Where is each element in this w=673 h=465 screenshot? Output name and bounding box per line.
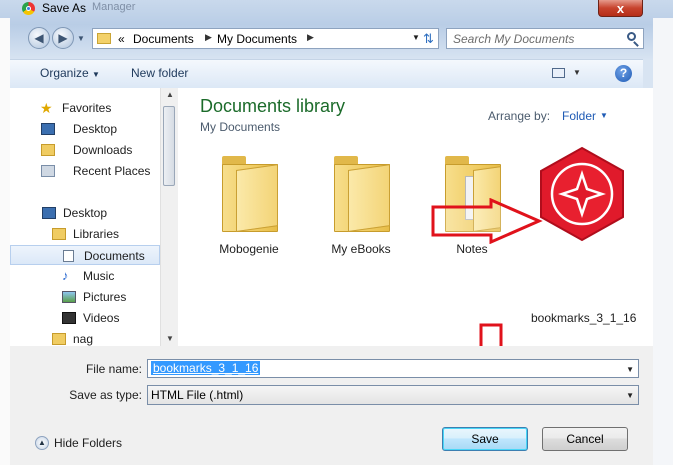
user-folder-icon [52,333,66,345]
scrollbar-thumb[interactable] [163,106,175,186]
nav-label: Recent Places [73,164,151,178]
new-folder-button[interactable]: New folder [131,66,188,80]
window-title: Save As [42,1,87,15]
save-as-type-value: HTML File (.html) [151,388,244,402]
file-name-value[interactable]: bookmarks_3_1_16 [151,361,261,375]
background-tab-label: Manager [92,1,136,13]
desktop-icon [42,207,56,219]
library-title: Documents library [200,96,346,116]
nav-item-libraries[interactable]: Libraries [10,224,160,244]
nav-label: Downloads [73,143,133,157]
breadcrumb-overflow[interactable]: « [118,32,125,46]
nav-label: Desktop [73,122,118,136]
chevron-down-icon: ▼ [92,70,100,79]
music-icon: ♪ [62,268,69,283]
file-item-my-ebooks[interactable]: My eBooks [306,150,416,280]
nav-label: Favorites [62,101,112,115]
close-button[interactable]: x [598,0,643,17]
star-icon: ★ [40,100,53,116]
address-bar[interactable]: « Documents ▶ My Documents ▶ ▼ ⇅ [92,28,439,49]
file-item-label: My eBooks [331,242,391,256]
nav-label: Music [83,269,115,283]
background-window-edge [0,18,10,465]
save-as-type-select[interactable]: HTML File (.html) ▼ [147,385,639,405]
back-arrow-icon: ◀ [34,31,44,45]
chevron-right-icon[interactable]: ▶ [307,32,314,43]
forward-arrow-icon: ▶ [58,31,68,45]
file-name-input[interactable]: bookmarks_3_1_16 ▼ [147,359,639,378]
nav-item-videos[interactable]: Videos [10,308,160,328]
file-item-label: Notes [456,242,488,256]
nav-item-pictures[interactable]: Pictures [10,287,160,307]
nav-item-desktop-root[interactable]: Desktop [10,203,160,223]
chevron-right-icon[interactable]: ▶ [205,32,212,43]
collapse-up-icon[interactable]: ▲ [35,436,49,450]
arrange-by-label: Arrange by: [488,109,551,123]
recent-places-icon [41,165,55,177]
file-name-label: File name: [85,362,142,376]
nav-item-favorites[interactable]: ★ Favorites [10,98,160,118]
file-name-dropdown-icon[interactable]: ▼ [626,365,634,374]
navigation-pane: ★ Favorites Desktop Downloads Recent Pla… [10,88,178,346]
libraries-icon [52,228,66,240]
folder-icon [334,156,390,232]
change-view-icon[interactable] [552,68,565,78]
arrange-by-dropdown[interactable]: Folder [562,109,596,123]
opera-browser-icon [540,146,624,242]
save-as-type-label: Save as type: [69,388,142,402]
command-bar: Organize ▼ New folder ▼ ? [10,59,643,89]
nav-item-downloads[interactable]: Downloads [10,140,160,160]
view-options-dropdown[interactable]: ▼ [573,68,581,77]
downloads-icon [41,144,55,156]
background-window-edge-right [653,18,673,465]
nav-item-desktop[interactable]: Desktop [10,119,160,139]
title-bar: Save As Manager x [0,0,673,18]
recent-locations-dropdown[interactable]: ▼ [77,34,85,43]
navigation-scrollbar[interactable]: ▲ ▼ [160,88,178,346]
videos-icon [62,312,76,324]
chevron-down-icon[interactable]: ▼ [600,111,608,120]
chrome-icon [22,2,35,15]
file-item-mobogenie[interactable]: Mobogenie [194,150,304,280]
cancel-button[interactable]: Cancel [542,427,628,451]
chevron-down-icon[interactable]: ▼ [626,391,634,400]
forward-button[interactable]: ▶ [52,27,74,49]
scroll-up-icon[interactable]: ▲ [166,90,174,99]
hide-folders-button[interactable]: Hide Folders [54,436,122,450]
desktop-icon [41,123,55,135]
organize-button[interactable]: Organize ▼ [40,66,100,80]
help-icon[interactable]: ? [615,65,632,82]
save-button[interactable]: Save [442,427,528,451]
back-button[interactable]: ◀ [28,27,50,49]
breadcrumb-my-documents[interactable]: My Documents [217,32,297,46]
document-icon [63,250,74,262]
scroll-down-icon[interactable]: ▼ [166,334,174,343]
folder-icon [222,156,278,232]
refresh-icon[interactable]: ⇅ [423,31,434,47]
pictures-icon [62,291,76,303]
search-box[interactable]: Search My Documents [446,28,644,49]
nav-label: Libraries [73,227,120,241]
folder-icon [97,33,111,44]
nav-item-documents[interactable]: Documents [10,245,160,265]
nav-label: Desktop [63,206,108,220]
address-dropdown-icon[interactable]: ▼ [412,33,420,42]
annotation-arrow-right [431,198,543,244]
nav-label: Pictures [83,290,127,304]
search-placeholder[interactable]: Search My Documents [453,32,574,46]
nav-label: Documents [84,249,145,263]
organize-label: Organize [40,66,89,80]
search-icon[interactable] [627,32,636,41]
nav-label: Videos [83,311,120,325]
nav-item-recent-places[interactable]: Recent Places [10,161,160,181]
breadcrumb-documents[interactable]: Documents [133,32,194,46]
library-subtitle: My Documents [200,120,281,134]
file-item-label: bookmarks_3_1_16 [531,311,637,325]
nav-item-music[interactable]: ♪ Music [10,266,160,286]
file-item-label: Mobogenie [219,242,279,256]
